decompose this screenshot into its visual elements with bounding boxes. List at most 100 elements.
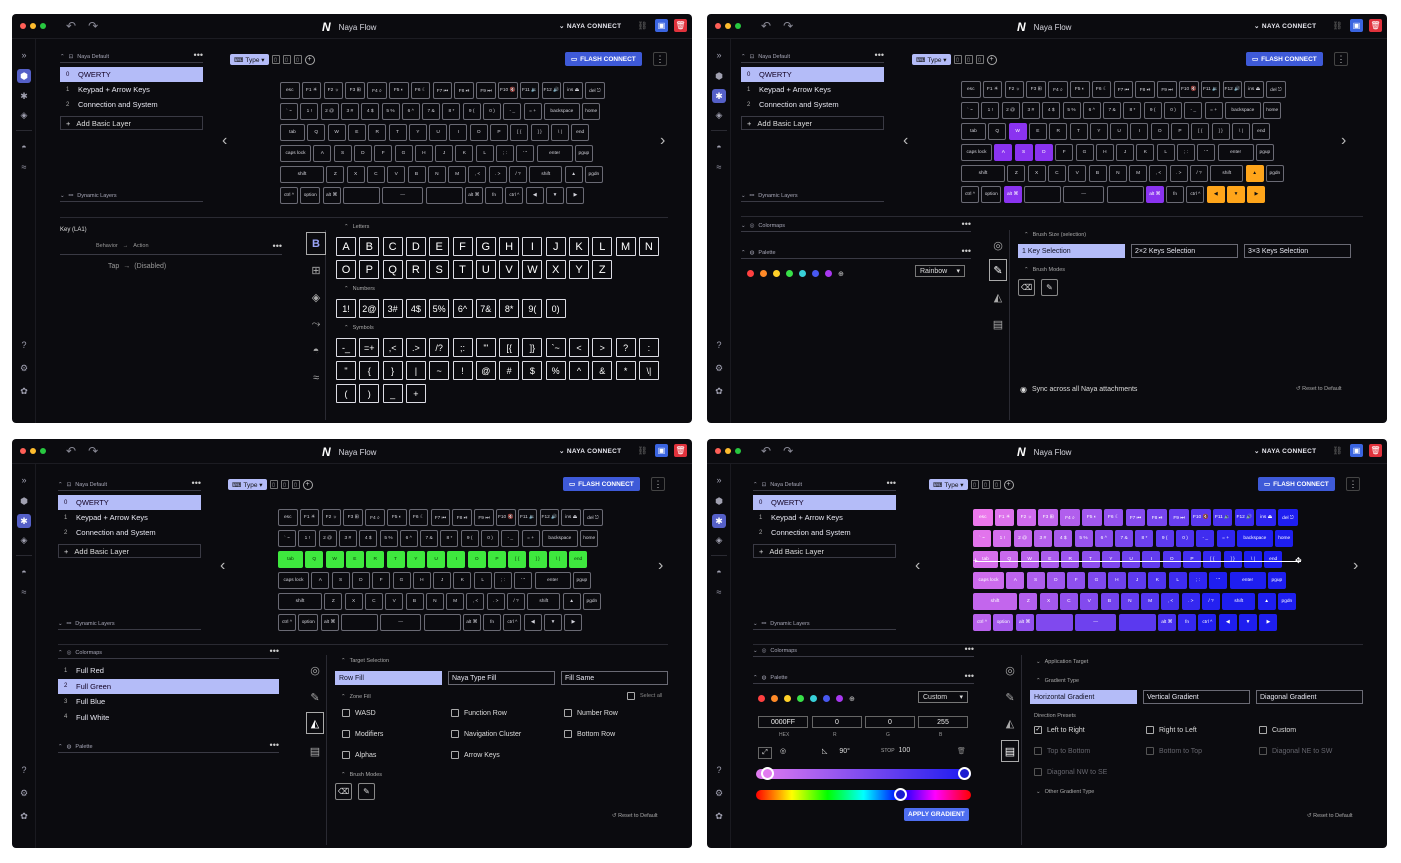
key-3-4[interactable]: F — [372, 572, 391, 589]
key-1-2[interactable]: 2 @ — [318, 530, 337, 547]
key-2-11[interactable]: [ { — [510, 124, 529, 141]
symbol-key[interactable]: `~ — [545, 338, 566, 357]
target-option[interactable]: Naya Type Fill — [448, 671, 555, 685]
reset-to-default-link[interactable]: ↺ Reset to Default — [612, 813, 658, 819]
key-2-9[interactable]: O — [1162, 551, 1181, 568]
color-field-hex[interactable]: 0000FF — [758, 716, 808, 728]
key-5-7[interactable]: fn — [1166, 186, 1185, 203]
chevron-up-icon[interactable]: ⌃ — [58, 650, 63, 656]
key-0-13[interactable]: ins ⏏ — [1256, 509, 1276, 526]
key-3-12[interactable]: enter — [534, 572, 571, 589]
symbol-key[interactable]: .> — [405, 338, 426, 357]
layer-item[interactable]: 2 Connection and System — [741, 97, 884, 112]
reset-to-default-link[interactable]: ↺ Reset to Default — [1296, 386, 1342, 392]
symbol-key[interactable]: ^ — [569, 361, 589, 380]
key-4-0[interactable]: shift — [278, 593, 322, 610]
key-2-14[interactable]: end — [569, 551, 588, 568]
key-2-4[interactable]: R — [1061, 551, 1080, 568]
key-0-7[interactable]: F7 ⏮ — [432, 82, 453, 99]
colormap-item[interactable]: 1 Full Red — [58, 663, 279, 678]
key-1-1[interactable]: 1 ! — [298, 530, 317, 547]
key-3-1[interactable]: A — [311, 572, 330, 589]
eraser-mode-icon[interactable]: ⌫ — [335, 783, 352, 800]
chevron-up-icon[interactable]: ⌃ — [58, 744, 63, 750]
key-1-0[interactable]: ` ~ — [278, 530, 296, 547]
layers-icon[interactable]: ◈ — [712, 108, 726, 122]
save-icon[interactable]: ▣ — [655, 444, 668, 457]
key-4-3[interactable]: C — [1059, 593, 1078, 610]
key-2-1[interactable]: Q — [988, 123, 1007, 140]
naya-connect-dropdown[interactable]: ⌄ NAYA CONNECT — [1254, 22, 1316, 30]
symbol-key[interactable]: % — [545, 361, 566, 380]
key-2-4[interactable]: R — [1049, 123, 1068, 140]
delete-icon[interactable]: 🗑 — [1369, 19, 1382, 32]
key-4-7[interactable]: M — [448, 166, 467, 183]
symbol-key[interactable]: * — [615, 361, 636, 380]
tab-fill-icon[interactable]: ◭ — [1001, 712, 1019, 734]
prev-layer-icon[interactable]: ‹ — [220, 557, 225, 575]
settings-icon[interactable]: ✿ — [17, 384, 31, 398]
bug-icon[interactable]: ✱ — [712, 89, 726, 103]
key-0-5[interactable]: F5 ◐ — [389, 82, 409, 99]
key-3-5[interactable]: G — [392, 572, 411, 589]
tab-gradient-icon[interactable]: ▤ — [306, 740, 324, 762]
symbol-key[interactable]: | — [405, 361, 426, 380]
key-1-8[interactable]: 8 * — [1135, 530, 1154, 547]
more-icon[interactable]: ••• — [887, 479, 896, 488]
type-dropdown[interactable]: ⌨ Type ▾ — [230, 54, 269, 65]
eraser-mode-icon[interactable]: ⌫ — [1018, 279, 1035, 296]
layout-view-2-icon[interactable]: ▯ — [981, 480, 990, 489]
flash-connect-button[interactable]: ▭ FLASH CONNECT — [563, 477, 640, 491]
direction-checkbox[interactable]: Top to Bottom — [1034, 747, 1090, 755]
layout-view-1-icon[interactable]: ▯ — [953, 55, 962, 64]
key-4-4[interactable]: V — [1068, 165, 1087, 182]
key-1-11[interactable]: - _ — [1184, 102, 1203, 119]
link-icon[interactable]: ⛓ — [1331, 444, 1344, 457]
key-4-9[interactable]: . > — [1181, 593, 1200, 610]
bug-icon[interactable]: ✱ — [17, 514, 31, 528]
key-2-2[interactable]: W — [1020, 551, 1039, 568]
cat-icon[interactable]: ◓ — [17, 140, 31, 154]
tab-colormap-icon[interactable]: ◎ — [989, 234, 1007, 256]
key-4-9[interactable]: . > — [1169, 165, 1188, 182]
key-3-7[interactable]: J — [1116, 144, 1135, 161]
key-2-3[interactable]: E — [1040, 551, 1059, 568]
palette-color-dot[interactable] — [825, 270, 832, 277]
key-4-0[interactable]: shift — [973, 593, 1017, 610]
key-2-9[interactable]: O — [1150, 123, 1169, 140]
key-2-3[interactable]: E — [345, 551, 364, 568]
key-4-0[interactable]: shift — [280, 166, 324, 183]
palette-color-dot[interactable] — [797, 695, 804, 702]
key-3-8[interactable]: K — [455, 145, 474, 162]
kebab-menu-icon[interactable]: ⋮ — [1346, 477, 1360, 491]
key-4-12[interactable]: ▲ — [562, 593, 581, 610]
key-3-0[interactable]: caps lock — [973, 572, 1004, 589]
key-5-6[interactable]: alt ⌘ — [464, 187, 483, 204]
chevron-down-icon[interactable]: ⌄ — [60, 193, 65, 199]
key-5-4[interactable]: — — [1075, 614, 1117, 631]
key-1-1[interactable]: 1 ! — [993, 530, 1012, 547]
chevron-up-icon[interactable]: ⌃ — [341, 772, 346, 778]
key-5-1[interactable]: option — [298, 614, 319, 631]
direction-checkbox[interactable]: Bottom to Top — [1146, 747, 1202, 755]
key-2-2[interactable]: W — [325, 551, 344, 568]
key-3-0[interactable]: caps lock — [278, 572, 309, 589]
bug-icon[interactable]: ✱ — [17, 89, 31, 103]
key-4-8[interactable]: , < — [466, 593, 485, 610]
key-0-2[interactable]: F2 ☼ — [323, 82, 344, 99]
letter-key-A[interactable]: A — [336, 237, 356, 256]
layout-view-1-icon[interactable]: ▯ — [970, 480, 979, 489]
next-layer-icon[interactable]: › — [660, 132, 665, 150]
key-4-5[interactable]: B — [407, 166, 426, 183]
more-icon[interactable]: ••• — [962, 220, 971, 229]
save-icon[interactable]: ▣ — [1350, 444, 1363, 457]
next-layer-icon[interactable]: › — [1341, 132, 1346, 150]
key-3-9[interactable]: L — [1156, 144, 1175, 161]
more-icon[interactable]: ••• — [965, 672, 974, 681]
next-layer-icon[interactable]: › — [1353, 557, 1358, 575]
key-1-11[interactable]: - _ — [501, 530, 520, 547]
settings-icon[interactable]: ✿ — [17, 809, 31, 823]
stop-control[interactable]: STOP 100 — [881, 747, 910, 754]
help-icon[interactable]: ? — [712, 763, 726, 777]
key-5-8[interactable]: ctrl ^ — [503, 614, 522, 631]
